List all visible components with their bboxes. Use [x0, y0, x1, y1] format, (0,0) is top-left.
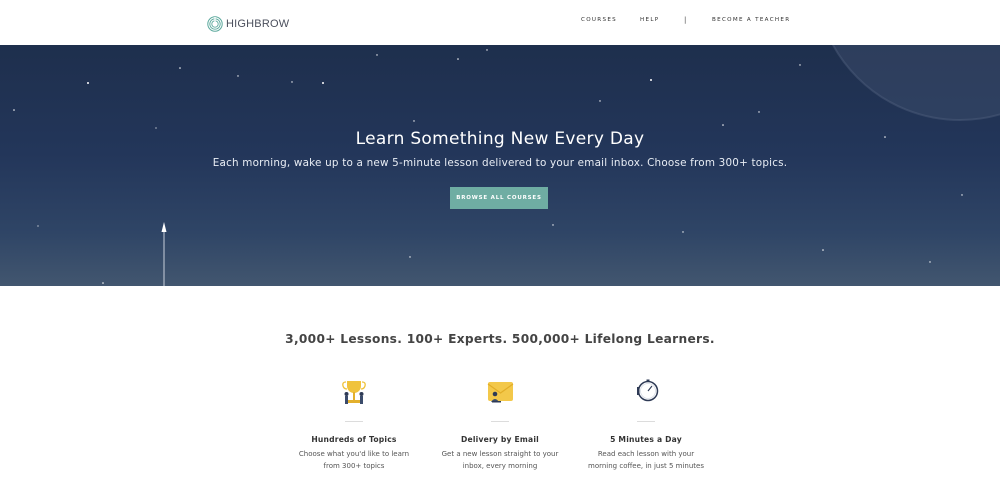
stats-tagline: 3,000+ Lessons. 100+ Experts. 500,000+ L…	[285, 332, 715, 346]
feature-title: 5 Minutes a Day	[610, 435, 682, 444]
logo-text: HIGHBROW	[226, 17, 290, 30]
nav-link-become-a-teacher[interactable]: BECOME A TEACHER	[712, 17, 790, 23]
feature-description-line: inbox, every morning	[462, 461, 538, 470]
top-navbar: HIGHBROW COURSES HELP | BECOME A TEACHER	[0, 0, 1000, 45]
feature-5-minutes-a-day: 5 Minutes a Day Read each lesson with yo…	[581, 372, 711, 472]
nav-link-help[interactable]: HELP	[640, 17, 659, 23]
feature-title: Delivery by Email	[461, 435, 539, 444]
feature-delivery-by-email: Delivery by Email Get a new lesson strai…	[435, 372, 565, 472]
nav-separator: |	[684, 16, 687, 24]
feature-title: Hundreds of Topics	[311, 435, 397, 444]
feature-divider	[345, 421, 363, 422]
feature-description-line: Get a new lesson straight to your	[441, 450, 559, 458]
feature-divider	[637, 421, 655, 422]
hero-subtitle: Each morning, wake up to a new 5-minute …	[212, 157, 788, 169]
feature-description-line: from 300+ topics	[323, 461, 385, 470]
hero-title: Learn Something New Every Day	[355, 129, 645, 149]
feature-hundreds-of-topics: Hundreds of Topics Choose what you'd lik…	[289, 372, 419, 472]
nav-link-courses[interactable]: COURSES	[581, 17, 617, 23]
feature-description: Read each lesson with your morning coffe…	[581, 449, 711, 472]
feature-divider	[491, 421, 509, 422]
feature-description-line: Choose what you'd like to learn	[298, 450, 410, 458]
feature-description: Choose what you'd like to learn from 300…	[289, 449, 419, 472]
rocket-shape	[161, 222, 167, 286]
email-icon	[487, 382, 514, 403]
feature-description-line: morning coffee, in just 5 minutes	[588, 461, 704, 470]
logo-icon	[207, 15, 223, 32]
stopwatch-icon	[637, 379, 659, 402]
feature-description: Get a new lesson straight to your inbox,…	[435, 449, 565, 472]
hero-banner: Learn Something New Every Day Each morni…	[0, 45, 1000, 286]
feature-description-line: Read each lesson with your	[597, 450, 695, 458]
browse-all-courses-button[interactable]: BROWSE ALL COURSES	[450, 187, 548, 209]
highbrow-logo[interactable]: HIGHBROW	[207, 15, 289, 32]
trophy-icon	[342, 381, 366, 404]
planet-shape	[833, 45, 1000, 120]
